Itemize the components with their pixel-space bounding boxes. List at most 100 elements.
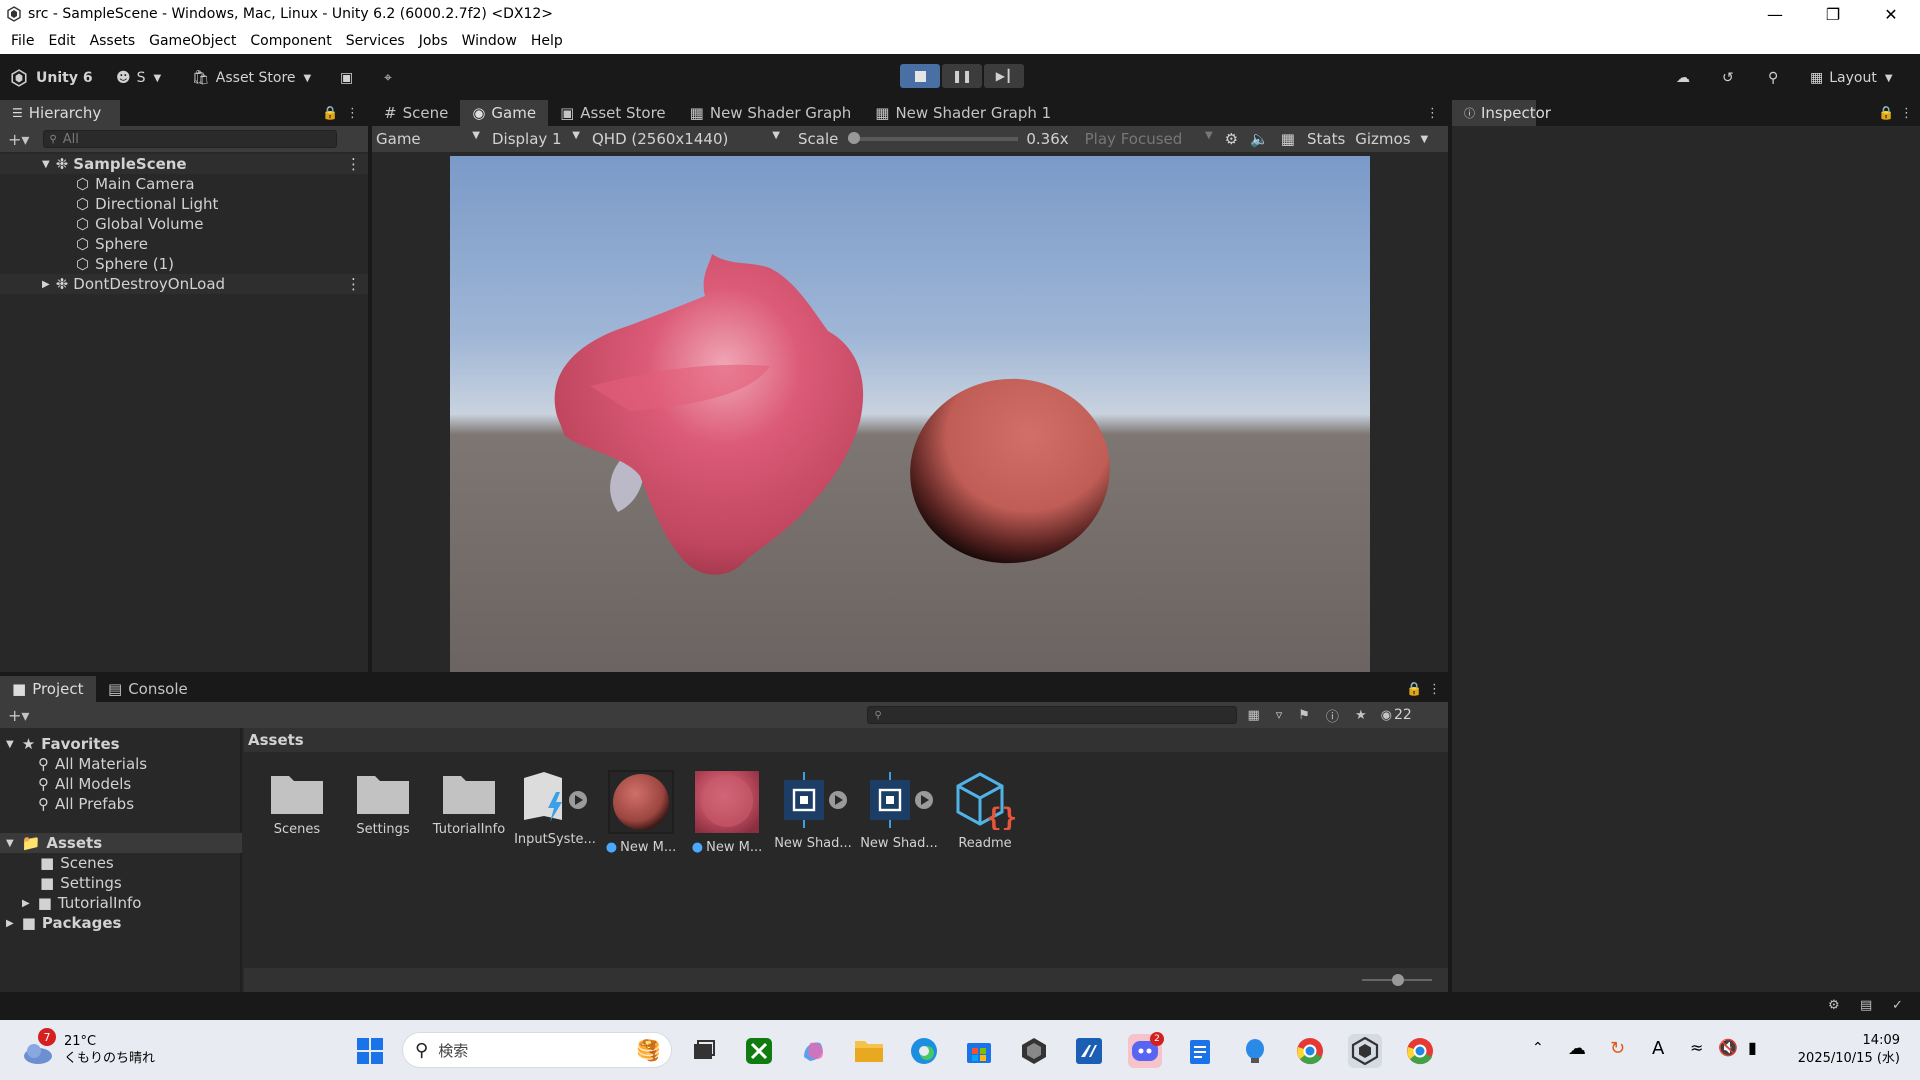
zoom-slider-handle[interactable] (1392, 974, 1404, 986)
step-button[interactable]: ▶┃ (984, 64, 1024, 88)
sync-icon[interactable]: ↻ (1610, 1038, 1625, 1059)
account-dropdown[interactable]: ☻ S ▼ (116, 66, 161, 90)
tab-console[interactable]: ▤ Console (96, 676, 200, 702)
lock-icon[interactable]: 🔒 (1878, 106, 1894, 121)
asset-store-dropdown[interactable]: 🛍 Asset Store ▼ (192, 66, 311, 90)
debug-off-icon[interactable]: ⚙ (1828, 998, 1840, 1013)
game-mode-dropdown[interactable]: Game ▼ (372, 130, 484, 148)
favorite-item[interactable]: ⚲ All Models (38, 774, 131, 794)
layers-icon[interactable]: ▤ (1860, 998, 1872, 1013)
label-icon[interactable]: ⚑ (1298, 708, 1310, 723)
package-icon[interactable]: ▣ (340, 66, 353, 90)
more-options-icon[interactable]: ⋮ (346, 275, 361, 293)
menu-file[interactable]: File (4, 28, 41, 54)
assets-folder-row[interactable]: ▼ 📁 Assets (0, 833, 242, 853)
hierarchy-item[interactable]: ⬡ Directional Light (0, 194, 368, 214)
layout-dropdown[interactable]: ▦ Layout ▼ (1810, 66, 1893, 90)
more-options-icon[interactable]: ⋮ (1900, 106, 1913, 121)
dontdestroy-row[interactable]: ▶ ❉ DontDestroyOnLoad ⋮ (0, 274, 368, 294)
hierarchy-item[interactable]: ⬡ Global Volume (0, 214, 368, 234)
game-viewport[interactable] (450, 156, 1370, 672)
menu-edit[interactable]: Edit (41, 28, 82, 54)
zoom-slider[interactable] (1362, 974, 1432, 986)
hierarchy-item[interactable]: ⬡ Sphere (1) (0, 254, 368, 274)
search-icon[interactable]: ⚲ (1768, 66, 1778, 90)
hierarchy-item[interactable]: ⬡ Main Camera (0, 174, 368, 194)
keyboard-icon[interactable]: ▦ (1281, 130, 1295, 148)
more-options-icon[interactable]: ⋮ (346, 155, 361, 173)
clock[interactable]: 14:09 2025/10/15 (水) (1790, 1032, 1900, 1068)
scale-slider[interactable] (848, 132, 1019, 144)
asset-material-1[interactable]: ● New M... (600, 770, 682, 855)
search-by-type-icon[interactable]: ▦ (1247, 708, 1259, 723)
asset-input-system[interactable]: InputSyste... (514, 770, 596, 847)
menu-window[interactable]: Window (455, 28, 524, 54)
display-dropdown[interactable]: Display 1 ▼ (484, 130, 584, 148)
menu-help[interactable]: Help (524, 28, 570, 54)
battery-icon[interactable]: ▮ (1748, 1038, 1757, 1057)
chevron-down-icon[interactable]: ▼ (1421, 134, 1429, 145)
restore-button[interactable]: ❐ (1804, 0, 1862, 28)
menu-component[interactable]: Component (243, 28, 338, 54)
tab-project[interactable]: ■ Project (0, 676, 96, 702)
history-icon[interactable]: ↺ (1722, 66, 1734, 90)
cloud-icon[interactable]: ☁ (1676, 66, 1690, 90)
folder-item[interactable]: ■ Scenes (40, 853, 114, 873)
hierarchy-item[interactable]: ⬡ Sphere (0, 234, 368, 254)
asset-readme[interactable]: {} Readme (944, 770, 1026, 851)
close-window-button[interactable]: ✕ (1862, 0, 1920, 28)
visual-studio-code-icon[interactable] (1072, 1034, 1106, 1068)
favorites-row[interactable]: ▼ ★ Favorites (0, 734, 120, 754)
asset-material-2[interactable]: ● New M... (686, 770, 768, 855)
ime-icon[interactable]: A (1652, 1038, 1664, 1059)
onedrive-icon[interactable]: ☁ (1568, 1038, 1586, 1059)
chrome-profile-icon[interactable] (1403, 1034, 1437, 1068)
unity-hub-icon[interactable] (1017, 1034, 1051, 1068)
notepad-icon[interactable] (1183, 1034, 1217, 1068)
menu-gameobject[interactable]: GameObject (142, 28, 243, 54)
stats-button[interactable]: Stats (1307, 130, 1345, 148)
taskbar-search-input[interactable]: ⚲ 検索 🥞 (402, 1032, 672, 1068)
more-options-icon[interactable]: ⋮ (346, 106, 359, 121)
asset-folder-settings[interactable]: Settings (342, 770, 424, 837)
menu-jobs[interactable]: Jobs (412, 28, 455, 54)
favorite-item[interactable]: ⚲ All Materials (38, 754, 147, 774)
add-icon[interactable]: +▾ (8, 130, 29, 149)
menu-services[interactable]: Services (339, 28, 412, 54)
hierarchy-search-input[interactable]: ⚲ All (43, 130, 338, 148)
check-circle-icon[interactable]: ✓ (1892, 998, 1903, 1013)
edge-icon[interactable] (907, 1034, 941, 1068)
pause-button[interactable]: ❚❚ (942, 64, 982, 88)
asset-shader-graph-2[interactable]: New Shad... (858, 770, 940, 851)
scale-slider-handle[interactable] (848, 132, 861, 144)
hidden-eye-icon[interactable]: ◉ (1381, 708, 1392, 723)
unity-editor-icon[interactable] (1348, 1034, 1382, 1068)
add-icon[interactable]: +▾ (8, 706, 29, 725)
asset-folder-scenes[interactable]: Scenes (256, 770, 338, 837)
start-icon[interactable] (353, 1034, 387, 1068)
tab-hierarchy[interactable]: ☰ Hierarchy (0, 100, 120, 126)
xbox-icon[interactable] (742, 1034, 776, 1068)
version-control-icon[interactable]: ⌖ (384, 66, 392, 90)
lock-icon[interactable]: 🔒 (1406, 682, 1422, 697)
tab-shader-graph[interactable]: ▦ New Shader Graph (678, 100, 864, 126)
volume-muted-icon[interactable]: 🔇 (1718, 1038, 1738, 1057)
packages-folder-row[interactable]: ▶ ■ Packages (0, 913, 121, 933)
play-stop-button[interactable] (900, 64, 940, 88)
chrome-icon[interactable] (1293, 1034, 1327, 1068)
tab-shader-graph-1[interactable]: ▦ New Shader Graph 1 (863, 100, 1063, 126)
minimize-button[interactable]: — (1746, 0, 1804, 28)
tab-game[interactable]: ◉ Game (460, 100, 549, 126)
tab-inspector[interactable]: ⓘ Inspector (1452, 100, 1551, 126)
show-hidden-icons-chevron-icon[interactable]: ⌃ (1532, 1040, 1544, 1056)
task-view-icon[interactable] (687, 1034, 721, 1068)
gizmos-button[interactable]: Gizmos (1355, 130, 1410, 148)
favorite-item[interactable]: ⚲ All Prefabs (38, 794, 134, 814)
bug-icon[interactable]: ⚙ (1225, 130, 1238, 148)
asset-shader-graph-1[interactable]: New Shad... (772, 770, 854, 851)
folder-item[interactable]: ■ Settings (40, 873, 122, 893)
project-search-input[interactable]: ⚲ (867, 706, 1238, 724)
folder-item[interactable]: ▶ ■ TutorialInfo (22, 893, 141, 913)
copilot-icon[interactable] (797, 1034, 831, 1068)
filter-type-icon[interactable]: ▿ (1276, 708, 1283, 723)
